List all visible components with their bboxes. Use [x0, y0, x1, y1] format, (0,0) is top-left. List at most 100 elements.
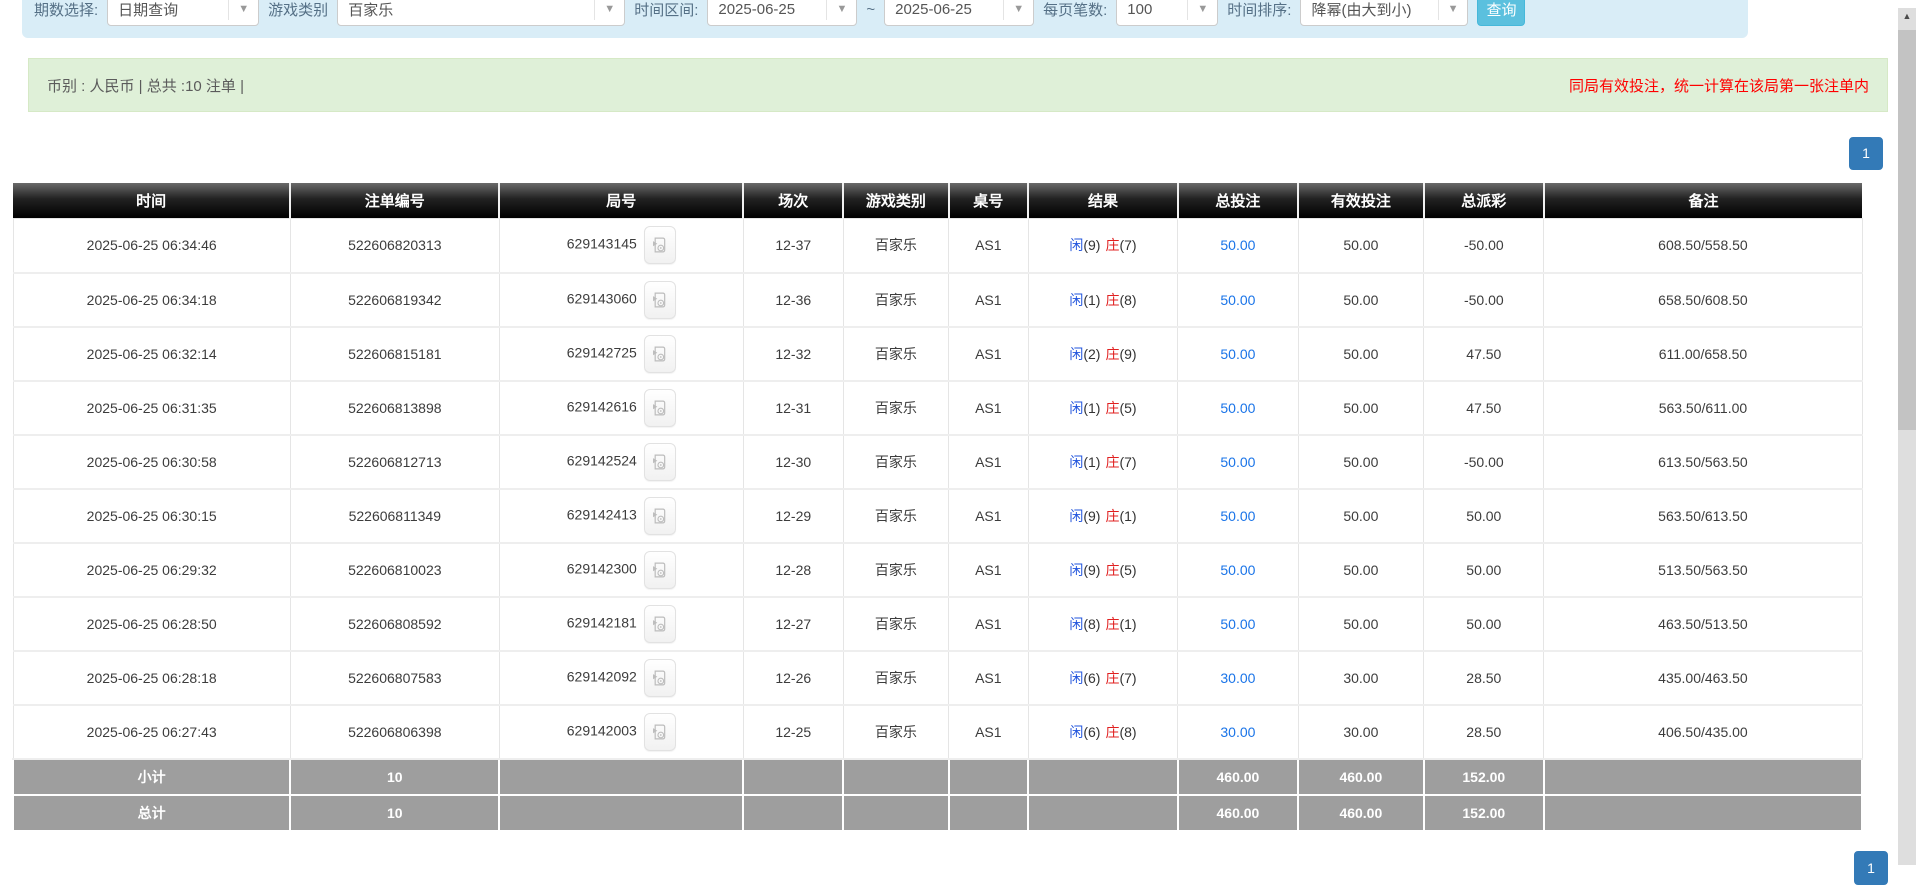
subtotal-payout-cell: 152.00 — [1424, 759, 1544, 795]
round-number: 629142003 — [567, 722, 637, 738]
scroll-up-arrow-icon[interactable]: ▲ — [1898, 8, 1916, 24]
date-from-select[interactable]: 2025-06-25 ▼ — [707, 0, 857, 26]
total-table-cell — [949, 795, 1029, 831]
total-bet-link[interactable]: 50.00 — [1220, 616, 1255, 632]
total-valid-bet-cell: 460.00 — [1298, 795, 1424, 831]
round-cell: 629142300 — [499, 543, 743, 597]
session-cell: 12-26 — [743, 651, 843, 705]
round-number: 629142413 — [567, 506, 637, 522]
total-bet-link[interactable]: 50.00 — [1220, 346, 1255, 362]
game-type-select[interactable]: 百家乐 ▼ — [337, 0, 625, 26]
bet-id-cell: 522606812713 — [290, 435, 499, 489]
sort-order-select[interactable]: 降幂(由大到小) ▼ — [1300, 0, 1468, 26]
result-banker-number: (5) — [1119, 562, 1136, 578]
round-number: 629142300 — [567, 560, 637, 576]
result-cell: 闲(9)庄(7) — [1028, 219, 1178, 273]
total-bet-link[interactable]: 50.00 — [1220, 292, 1255, 308]
round-number: 629142725 — [567, 344, 637, 360]
payout-cell: 50.00 — [1424, 489, 1544, 543]
result-banker-number: (9) — [1119, 346, 1136, 362]
video-replay-button[interactable] — [644, 551, 676, 589]
total-bet-cell: 50.00 — [1178, 435, 1298, 489]
result-banker-label: 庄 — [1105, 346, 1119, 362]
subtotal-table-cell — [949, 759, 1029, 795]
result-banker-number: (8) — [1119, 292, 1136, 308]
total-bet-link[interactable]: 50.00 — [1220, 237, 1255, 253]
column-header: 游戏类别 — [843, 183, 948, 219]
valid-bet-cell: 30.00 — [1298, 651, 1424, 705]
column-header: 场次 — [743, 183, 843, 219]
total-bet-link[interactable]: 30.00 — [1220, 724, 1255, 740]
search-button[interactable]: 查询 — [1477, 0, 1525, 26]
total-bet-link[interactable]: 30.00 — [1220, 670, 1255, 686]
result-banker-number: (1) — [1119, 508, 1136, 524]
result-player-number: (8) — [1083, 616, 1100, 632]
valid-bet-cell: 50.00 — [1298, 381, 1424, 435]
video-replay-button[interactable] — [644, 335, 676, 373]
range-separator: ~ — [866, 1, 875, 18]
chevron-down-icon: ▼ — [1438, 0, 1468, 20]
video-replay-button[interactable] — [644, 389, 676, 427]
total-count-cell: 10 — [290, 795, 499, 831]
valid-bet-cell: 30.00 — [1298, 705, 1424, 759]
period-select-label: 期数选择: — [34, 0, 98, 20]
period-select-value: 日期查询 — [118, 0, 222, 20]
subtotal-valid-bet-cell: 460.00 — [1298, 759, 1424, 795]
result-cell: 闲(2)庄(9) — [1028, 327, 1178, 381]
note-cell: 658.50/608.50 — [1544, 273, 1862, 327]
video-replay-button[interactable] — [644, 226, 676, 264]
round-number: 629143145 — [567, 236, 637, 252]
total-bet-cell: 30.00 — [1178, 705, 1298, 759]
date-to-select[interactable]: 2025-06-25 ▼ — [884, 0, 1034, 26]
bet-id-cell: 522606811349 — [290, 489, 499, 543]
total-bet-link[interactable]: 50.00 — [1220, 400, 1255, 416]
scrollbar[interactable]: ▲ — [1898, 8, 1916, 865]
game-type-cell: 百家乐 — [843, 219, 948, 273]
table-number-cell: AS1 — [949, 489, 1029, 543]
result-player-label: 闲 — [1069, 616, 1083, 632]
page-size-label: 每页笔数: — [1043, 0, 1107, 20]
result-cell: 闲(1)庄(5) — [1028, 381, 1178, 435]
result-banker-label: 庄 — [1105, 724, 1119, 740]
scrollbar-thumb[interactable] — [1898, 30, 1916, 430]
result-cell: 闲(8)庄(1) — [1028, 597, 1178, 651]
page-size-value: 100 — [1127, 1, 1181, 18]
subtotal-round-cell — [499, 759, 743, 795]
sort-order-value: 降幂(由大到小) — [1311, 0, 1431, 20]
total-bet-link[interactable]: 50.00 — [1220, 454, 1255, 470]
payout-cell: 50.00 — [1424, 597, 1544, 651]
date-from-value: 2025-06-25 — [718, 1, 820, 18]
result-banker-label: 庄 — [1105, 292, 1119, 308]
total-bet-cell: 50.00 — [1178, 327, 1298, 381]
chevron-down-icon: ▼ — [594, 0, 624, 20]
video-replay-button[interactable] — [644, 443, 676, 481]
note-cell: 406.50/435.00 — [1544, 705, 1862, 759]
video-replay-button[interactable] — [644, 497, 676, 535]
pagination-page-1[interactable]: 1 — [1849, 137, 1883, 170]
video-replay-button[interactable] — [644, 713, 676, 751]
table-number-cell: AS1 — [949, 381, 1029, 435]
page-size-select[interactable]: 100 ▼ — [1116, 0, 1218, 26]
result-player-label: 闲 — [1069, 346, 1083, 362]
total-bet-link[interactable]: 50.00 — [1220, 508, 1255, 524]
result-player-label: 闲 — [1069, 237, 1083, 253]
session-cell: 12-25 — [743, 705, 843, 759]
column-header: 桌号 — [949, 183, 1029, 219]
subtotal-row: 小计10460.00460.00152.00 — [13, 759, 1862, 795]
game-type-cell: 百家乐 — [843, 651, 948, 705]
total-bet-link[interactable]: 50.00 — [1220, 562, 1255, 578]
result-banker-label: 庄 — [1105, 616, 1119, 632]
chevron-down-icon: ▼ — [826, 0, 856, 20]
total-total-bet-cell: 460.00 — [1178, 795, 1298, 831]
round-number: 629142092 — [567, 668, 637, 684]
subtotal-label-cell: 小计 — [13, 759, 290, 795]
period-select[interactable]: 日期查询 ▼ — [107, 0, 259, 26]
table-number-cell: AS1 — [949, 219, 1029, 273]
result-cell: 闲(6)庄(8) — [1028, 705, 1178, 759]
video-replay-button[interactable] — [644, 605, 676, 643]
video-replay-button[interactable] — [644, 281, 676, 319]
bet-id-cell: 522606807583 — [290, 651, 499, 705]
pagination-bottom-page-1[interactable]: 1 — [1854, 851, 1888, 885]
video-replay-button[interactable] — [644, 659, 676, 697]
table-row: 2025-06-25 06:28:18522606807583629142092… — [13, 651, 1862, 705]
